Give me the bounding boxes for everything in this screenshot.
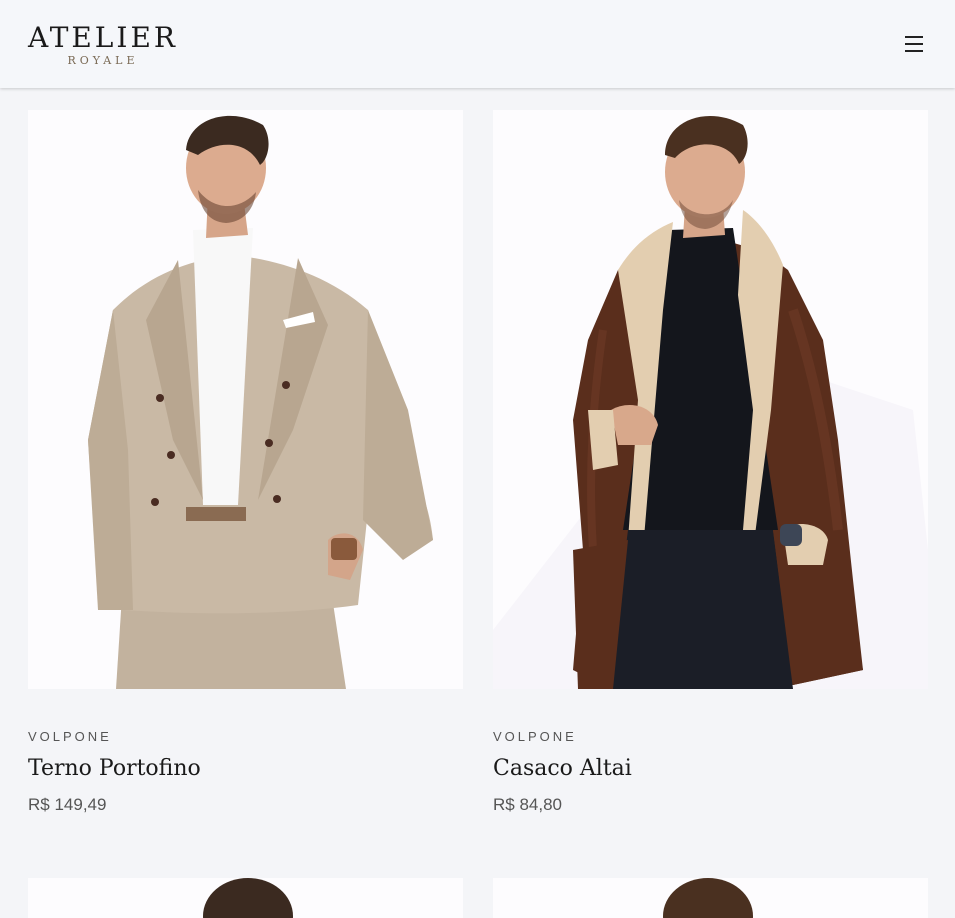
product-image	[203, 878, 293, 918]
beige-suit-photo	[88, 115, 433, 689]
logo-sub-text: ROYALE	[67, 54, 139, 67]
brown-shearling-coat-photo	[493, 116, 928, 689]
product-card[interactable]	[28, 878, 463, 918]
site-header: ATELIER ROYALE	[0, 0, 955, 88]
logo-main-text: ATELIER	[28, 21, 178, 54]
hamburger-menu-icon[interactable]	[898, 30, 930, 58]
product-name[interactable]: Terno Portofino	[28, 755, 463, 783]
product-name[interactable]: Casaco Altai	[493, 755, 928, 783]
product-price: R$ 149,49	[28, 795, 107, 814]
product-brand: VOLPONE	[493, 729, 577, 744]
brand-logo[interactable]: ATELIER ROYALE	[28, 22, 178, 68]
product-image[interactable]	[493, 110, 928, 689]
product-card[interactable]	[493, 878, 928, 918]
product-image[interactable]	[28, 110, 463, 689]
product-card[interactable]: VOLPONE Terno Portofino R$ 149,49	[28, 110, 463, 815]
product-card[interactable]: VOLPONE Casaco Altai R$ 84,80	[493, 110, 928, 815]
product-image	[663, 878, 753, 918]
product-price: R$ 84,80	[493, 795, 562, 814]
product-brand: VOLPONE	[28, 729, 112, 744]
